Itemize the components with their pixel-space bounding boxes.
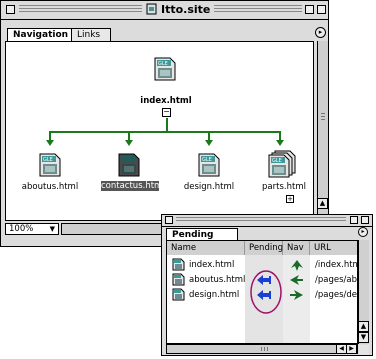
root-node-label[interactable]: index.html bbox=[136, 96, 196, 106]
svg-text:GLE: GLE bbox=[158, 61, 168, 67]
highlight-ellipse bbox=[250, 270, 282, 314]
horizontal-scrollbar[interactable]: ◀ ▶ bbox=[166, 344, 358, 354]
chevron-down-icon: ▼ bbox=[49, 225, 55, 233]
row-url: /pages/desi bbox=[315, 290, 358, 300]
stacked-pages-icon[interactable]: GLE bbox=[268, 150, 296, 178]
tab-links[interactable]: Links bbox=[71, 28, 111, 41]
collapse-box-icon[interactable] bbox=[317, 5, 326, 14]
collapse-toggle[interactable]: − bbox=[162, 108, 171, 117]
svg-text:GLE: GLE bbox=[43, 157, 53, 163]
scroll-down-button[interactable]: ▼ bbox=[358, 332, 369, 343]
left-arrow-icon bbox=[290, 275, 303, 285]
pending-links-window: Pending Links ▸ Name Pending Nav URL ind… bbox=[161, 214, 373, 356]
column-header-url[interactable]: URL bbox=[310, 241, 357, 255]
close-box-icon[interactable] bbox=[6, 5, 15, 14]
collapse-box-icon[interactable] bbox=[361, 216, 369, 224]
html-file-icon bbox=[172, 258, 185, 271]
expand-toggle[interactable]: + bbox=[286, 195, 294, 203]
column-header-pending[interactable]: Pending bbox=[245, 241, 283, 255]
scroll-right-button[interactable]: ▶ bbox=[346, 344, 357, 354]
row-name: index.html bbox=[189, 260, 235, 270]
column-header-nav[interactable]: Nav bbox=[283, 241, 310, 255]
site-window: Itto.site Navigation Links ▸ GLE index.h… bbox=[0, 0, 329, 247]
row-url: /pages/abou bbox=[315, 275, 357, 285]
connector-bar bbox=[49, 131, 281, 133]
page-label-contactus[interactable]: contactus.html bbox=[101, 181, 165, 191]
zoom-box-icon[interactable] bbox=[350, 216, 358, 224]
links-table: Name Pending Nav URL index.html /index.h… bbox=[166, 240, 358, 344]
vertical-scrollbar[interactable]: ▲ ▼ bbox=[358, 240, 369, 344]
tab-navigation[interactable]: Navigation bbox=[7, 28, 73, 41]
arrowheads bbox=[46, 140, 284, 146]
row-name: aboutus.html bbox=[189, 275, 246, 285]
column-header-name[interactable]: Name bbox=[167, 241, 245, 255]
html-page-icon[interactable]: GLE bbox=[39, 153, 61, 177]
row-name: design.html bbox=[189, 290, 240, 300]
tab-pending-links[interactable]: Pending Links bbox=[166, 228, 238, 252]
tab-menu-button[interactable]: ▸ bbox=[358, 227, 368, 237]
zoom-box-icon[interactable] bbox=[305, 5, 314, 14]
svg-text:GLE: GLE bbox=[272, 158, 282, 164]
html-file-icon bbox=[172, 273, 185, 286]
page-label-aboutus[interactable]: aboutus.html bbox=[20, 182, 80, 192]
resize-handle[interactable] bbox=[359, 345, 369, 355]
page-label-parts[interactable]: parts.html bbox=[259, 182, 309, 192]
html-page-icon[interactable]: GLE bbox=[154, 57, 176, 81]
page-label-design[interactable]: design.html bbox=[179, 182, 239, 192]
html-page-icon-selected[interactable] bbox=[118, 153, 140, 177]
scroll-up-button[interactable]: ▲ bbox=[317, 198, 328, 209]
site-window-titlebar[interactable]: Itto.site bbox=[1, 1, 328, 20]
svg-text:GLE: GLE bbox=[202, 157, 212, 163]
row-url: /index.html bbox=[315, 260, 357, 270]
close-box-icon[interactable] bbox=[165, 216, 173, 224]
vertical-scrollbar[interactable]: ▲ bbox=[317, 41, 328, 221]
tab-menu-button[interactable]: ▸ bbox=[315, 27, 326, 38]
site-window-title: Itto.site bbox=[142, 3, 215, 16]
up-arrow-icon bbox=[291, 260, 303, 271]
html-file-icon bbox=[172, 288, 185, 301]
scroll-up-button[interactable]: ▲ bbox=[358, 321, 369, 332]
html-page-icon[interactable]: GLE bbox=[198, 153, 220, 177]
site-file-icon bbox=[146, 3, 157, 15]
pending-window-titlebar[interactable] bbox=[162, 215, 372, 227]
navigation-canvas: GLE index.html − GLE GLE GLE aboutus.htm… bbox=[5, 41, 314, 221]
zoom-select[interactable]: 100% ▼ bbox=[5, 223, 59, 235]
connector-trunk bbox=[166, 118, 168, 132]
right-arrow-icon bbox=[290, 290, 303, 300]
